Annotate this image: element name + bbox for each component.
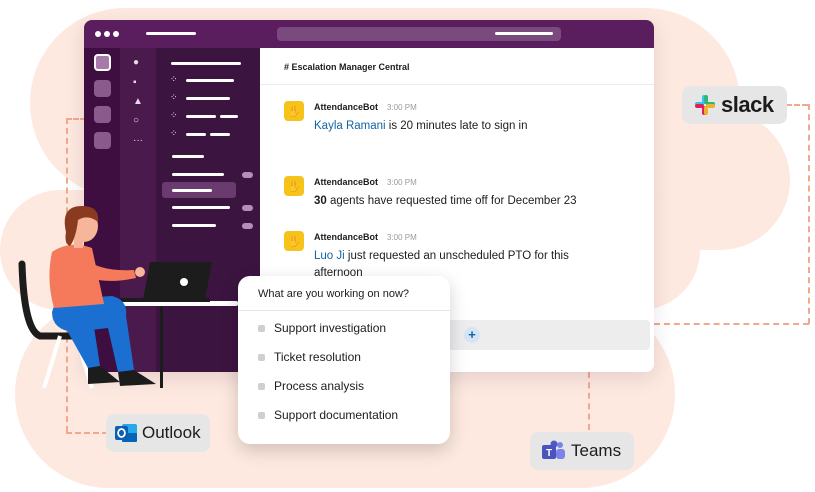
laptop-icon [143, 262, 212, 300]
popup-option[interactable]: Support investigation [258, 319, 386, 337]
svg-text:T: T [546, 448, 552, 459]
popup-option[interactable]: Ticket resolution [258, 348, 361, 366]
outlook-label: Outlook [142, 423, 201, 442]
desk-leg-icon [160, 306, 163, 388]
slack-integration-badge[interactable]: slack [682, 86, 787, 124]
option-label: Support documentation [274, 408, 399, 422]
outlook-logo-icon [115, 424, 137, 442]
outlook-integration-badge[interactable]: Outlook [106, 414, 210, 452]
option-checkbox-icon[interactable] [258, 382, 265, 390]
popup-question: What are you working on now? [258, 288, 410, 300]
teams-integration-badge[interactable]: T Teams [530, 432, 634, 470]
teams-logo-icon: T [542, 440, 565, 459]
option-checkbox-icon[interactable] [258, 324, 265, 332]
status-question-popup: What are you working on now? Support inv… [238, 276, 450, 444]
popup-divider [238, 310, 450, 311]
laptop-logo-icon [180, 278, 188, 286]
popup-option[interactable]: Support documentation [258, 406, 398, 424]
laptop-base-icon [120, 298, 210, 302]
slack-logo-icon [695, 95, 715, 115]
slack-label: slack [721, 92, 774, 117]
option-checkbox-icon[interactable] [258, 411, 265, 419]
option-checkbox-icon[interactable] [258, 353, 265, 361]
popup-option[interactable]: Process analysis [258, 377, 364, 395]
teams-label: Teams [571, 441, 622, 460]
option-label: Support investigation [274, 321, 387, 335]
shoe-icon [88, 366, 120, 384]
hand-icon [135, 267, 145, 277]
shoe-icon [118, 370, 156, 386]
chair-leg-icon [42, 335, 62, 389]
option-label: Process analysis [274, 379, 365, 393]
option-label: Ticket resolution [274, 350, 361, 364]
